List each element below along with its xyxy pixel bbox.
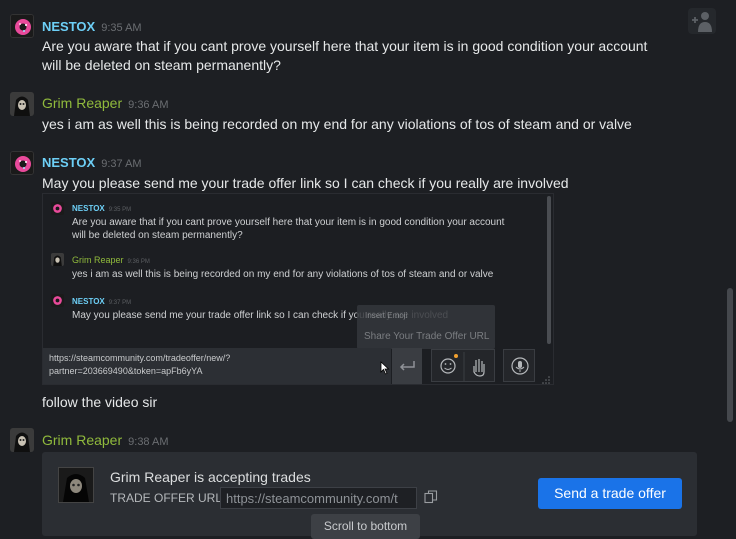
add-friend-icon[interactable] [688,8,716,34]
tooltip-title: Insert Emoji [365,311,408,320]
message-text: Are you aware that if you cant prove you… [42,37,647,75]
donut-icon [51,202,64,215]
embedded-voice-button [503,349,535,382]
tooltip-item: Share Your Trade Offer URL [364,331,490,342]
author-name: NESTOX [72,297,105,306]
timestamp: 9:35 AM [101,22,142,34]
reaper-icon [10,92,34,116]
timestamp: 9:36 AM [128,99,169,111]
embedded-emoji-group [431,349,495,382]
avatar-nestox [51,202,64,215]
author-name[interactable]: NESTOX [42,155,95,170]
message-text: Are you aware that if you cant prove you… [72,216,504,242]
reaper-icon [51,253,64,266]
input-line: partner=203669490&token=apFb6yYA [49,366,203,376]
scrollbar-thumb[interactable] [727,288,733,422]
avatar-nestox[interactable] [10,14,34,38]
chat-scrollbar[interactable] [724,0,736,539]
reaper-icon [10,428,34,452]
author-name: NESTOX [72,204,105,213]
embedded-send-button [392,348,422,384]
message-text: yes i am as well this is being recorded … [72,269,494,280]
avatar-nestox[interactable] [10,151,34,175]
message-line: will be deleted on steam permanently? [72,230,243,241]
embedded-screenshot[interactable]: NESTOX 9:35 PM Are you aware that if you… [42,193,554,385]
avatar-grim-reaper [51,253,64,266]
copy-icon[interactable] [424,490,438,504]
timestamp: 9:35 PM [108,207,132,213]
trade-title: Grim Reaper is accepting trades [110,469,311,485]
author-name[interactable]: Grim Reaper [42,95,122,111]
input-line: https://steamcommunity.com/tradeoffer/ne… [49,353,231,363]
embedded-chat-input: https://steamcommunity.com/tradeoffer/ne… [43,348,391,384]
mouse-cursor-icon [380,361,390,375]
message-text: follow the video sir [42,394,158,410]
author-name[interactable]: Grim Reaper [42,432,122,448]
send-trade-offer-button[interactable]: Send a trade offer [538,478,682,509]
message-header: NESTOX 9:37 PM [72,297,131,306]
timestamp: 9:37 AM [101,158,142,170]
message-line: Are you aware that if you cant prove you… [42,38,648,54]
trade-avatar [58,467,94,503]
resize-grip-icon [542,376,550,384]
chat-log: NESTOX 9:35 AM Are you aware that if you… [0,0,724,539]
timestamp: 9:38 AM [128,436,169,448]
enter-icon [399,361,415,371]
message-line: will be deleted on steam permanently? [42,57,281,73]
timestamp: 9:37 PM [108,300,132,306]
donut-icon [51,294,64,307]
avatar-nestox [51,294,64,307]
microphone-icon [511,357,529,375]
message-header: Grim Reaper 9:36 AM [42,95,169,111]
donut-icon [11,152,33,174]
donut-icon [11,15,33,37]
avatar-grim-reaper[interactable] [10,92,34,116]
timestamp: 9:36 PM [127,259,150,265]
trade-url-field[interactable]: https://steamcommunity.com/t [220,487,417,509]
message-text: yes i am as well this is being recorded … [42,116,632,132]
message-header: NESTOX 9:37 AM [42,155,142,170]
trade-url-label: TRADE OFFER URL: [110,491,226,505]
message-header: NESTOX 9:35 AM [42,19,142,34]
message-header: NESTOX 9:35 PM [72,204,131,213]
avatar-grim-reaper[interactable] [10,428,34,452]
emoji-icon [440,352,485,381]
message-line: Are you aware that if you cant prove you… [72,217,505,228]
author-name: Grim Reaper [72,255,124,265]
input-value: https://steamcommunity.com/tradeoffer/ne… [49,352,230,378]
author-name[interactable]: NESTOX [42,19,95,34]
message-header: Grim Reaper 9:38 AM [42,432,169,448]
message-header: Grim Reaper 9:36 PM [72,255,150,265]
reaper-icon [59,468,93,502]
emoji-tooltip: Insert Emoji Share Your Trade Offer URL [357,305,495,349]
message-text: May you please send me your trade offer … [42,175,569,191]
embedded-scrollbar [547,196,551,344]
scroll-to-bottom-button[interactable]: Scroll to bottom [311,514,420,539]
